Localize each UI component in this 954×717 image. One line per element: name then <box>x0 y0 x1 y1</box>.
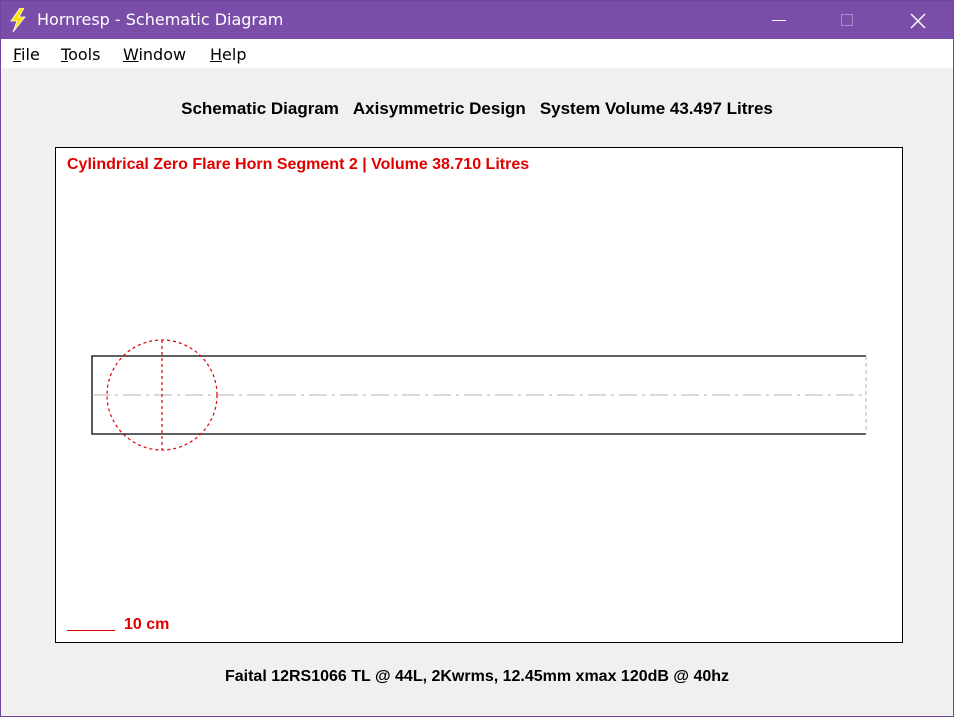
maximize-button[interactable] <box>815 1 879 39</box>
menu-tools[interactable]: Tools <box>61 45 100 64</box>
schematic-diagram-canvas: Cylindrical Zero Flare Horn Segment 2 | … <box>55 147 903 643</box>
system-volume-label: System Volume 43.497 Litres <box>539 99 773 118</box>
design-type-label: Axisymmetric Design <box>352 99 526 118</box>
maximize-icon <box>841 14 853 26</box>
close-icon <box>910 13 926 29</box>
minimize-button[interactable] <box>747 1 811 39</box>
lightning-bolt-icon <box>10 8 26 32</box>
diagram-header: Schematic Diagram Axisymmetric Design Syst… <box>1 99 953 119</box>
scale-label: 10 cm <box>124 616 170 633</box>
title-bar[interactable]: Hornresp - Schematic Diagram <box>1 1 953 39</box>
menu-file[interactable]: File <box>13 45 40 64</box>
menu-bar: File Tools Window Help <box>1 39 953 68</box>
minimize-icon <box>772 20 786 21</box>
menu-help[interactable]: Help <box>210 45 246 64</box>
window-title: Hornresp - Schematic Diagram <box>37 10 284 29</box>
horn-schematic <box>91 339 867 451</box>
menu-window[interactable]: Window <box>123 45 186 64</box>
project-description: Faital 12RS1066 TL @ 44L, 2Kwrms, 12.45m… <box>224 668 730 685</box>
hornresp-window: Hornresp - Schematic Diagram File Tools … <box>0 0 954 717</box>
diagram-type-label: Schematic Diagram <box>181 99 339 118</box>
close-button[interactable] <box>885 1 949 39</box>
scale-bar <box>67 630 115 631</box>
